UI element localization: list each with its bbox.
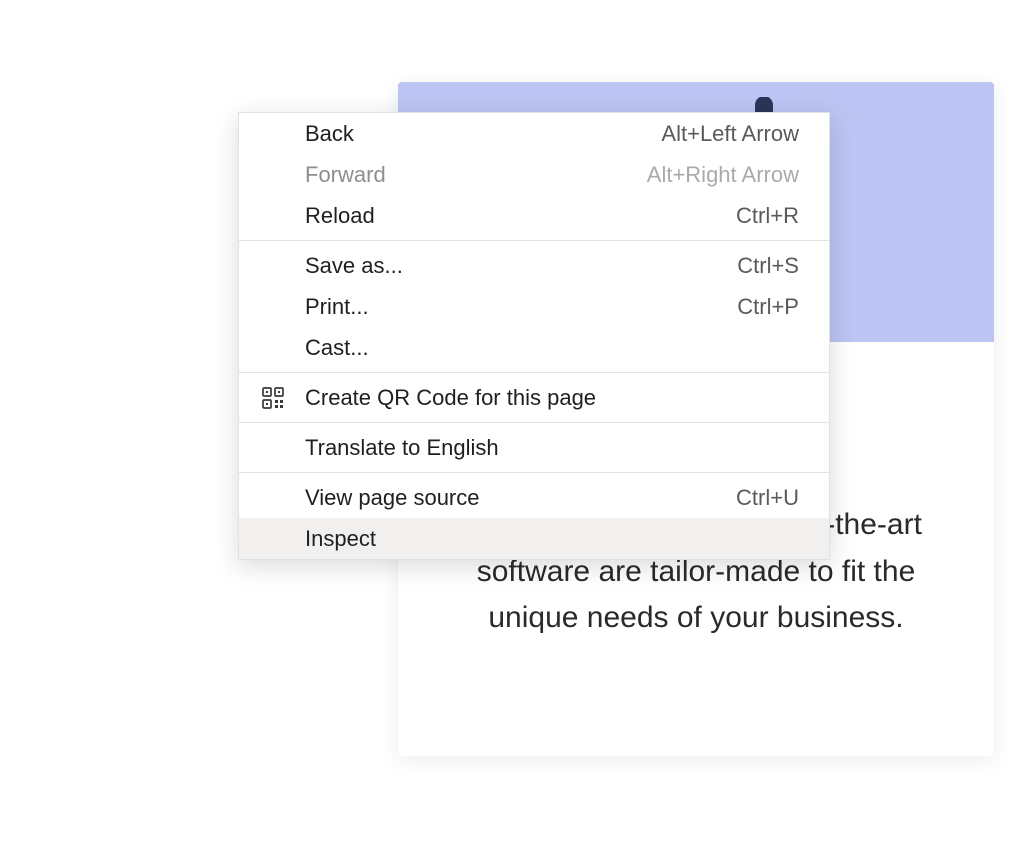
menu-item-save-as[interactable]: Save as... Ctrl+S	[239, 245, 829, 286]
menu-shortcut: Alt+Right Arrow	[647, 162, 799, 188]
menu-shortcut: Ctrl+P	[737, 294, 799, 320]
menu-item-inspect[interactable]: Inspect	[239, 518, 829, 559]
menu-label: Inspect	[305, 526, 799, 552]
qr-code-icon	[261, 386, 285, 410]
menu-label: Translate to English	[305, 435, 799, 461]
menu-item-reload[interactable]: Reload Ctrl+R	[239, 195, 829, 236]
menu-divider	[239, 240, 829, 241]
menu-label: View page source	[305, 485, 736, 511]
card-body-rest: software are tailor-made to fit the uniq…	[477, 555, 916, 635]
menu-item-translate[interactable]: Translate to English	[239, 427, 829, 468]
menu-item-cast[interactable]: Cast...	[239, 327, 829, 368]
menu-label: Print...	[305, 294, 737, 320]
menu-item-forward: Forward Alt+Right Arrow	[239, 154, 829, 195]
menu-label: Reload	[305, 203, 736, 229]
menu-shortcut: Alt+Left Arrow	[661, 121, 799, 147]
menu-item-print[interactable]: Print... Ctrl+P	[239, 286, 829, 327]
menu-item-back[interactable]: Back Alt+Left Arrow	[239, 113, 829, 154]
context-menu: Back Alt+Left Arrow Forward Alt+Right Ar…	[238, 112, 830, 560]
menu-label: Create QR Code for this page	[305, 385, 799, 411]
menu-label: Forward	[305, 162, 647, 188]
menu-label: Back	[305, 121, 661, 147]
menu-shortcut: Ctrl+U	[736, 485, 799, 511]
menu-shortcut: Ctrl+R	[736, 203, 799, 229]
menu-label: Save as...	[305, 253, 737, 279]
menu-divider	[239, 372, 829, 373]
menu-shortcut: Ctrl+S	[737, 253, 799, 279]
menu-divider	[239, 422, 829, 423]
menu-item-view-source[interactable]: View page source Ctrl+U	[239, 477, 829, 518]
menu-divider	[239, 472, 829, 473]
menu-label: Cast...	[305, 335, 799, 361]
menu-item-create-qr[interactable]: Create QR Code for this page	[239, 377, 829, 418]
